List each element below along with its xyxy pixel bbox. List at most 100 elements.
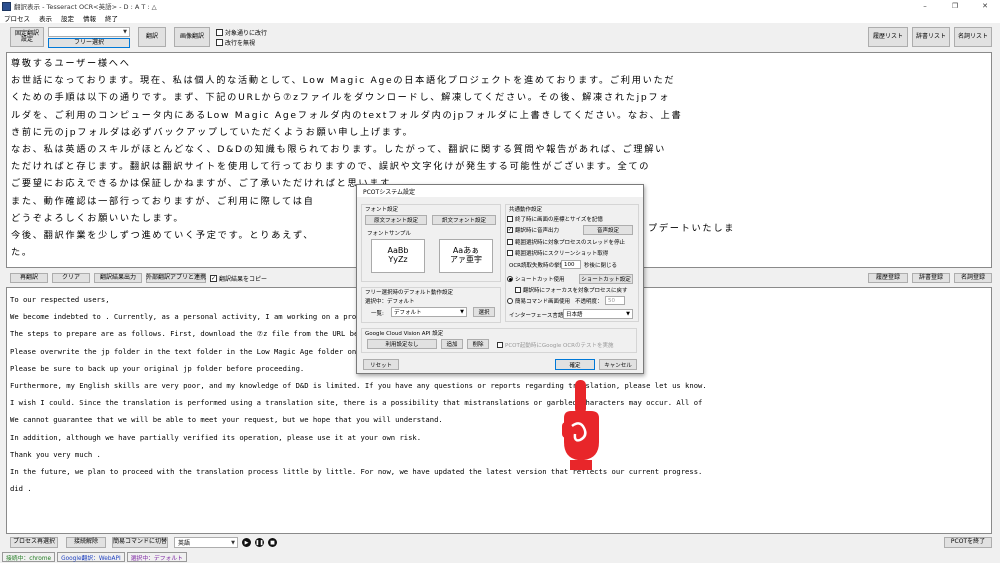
common-settings-label: 共通動作設定 <box>509 207 543 213</box>
status-connecting: 接続中：chrome <box>2 552 56 562</box>
pause-icon[interactable]: ❚❚ <box>255 538 264 547</box>
process-reselect-button[interactable]: プロセス再選択 <box>10 537 58 548</box>
stop-thread-checkbox[interactable]: 範囲選択時に対象プロセスのスレッドを停止 <box>507 238 625 246</box>
dictionary-register-button[interactable]: 辞書登録 <box>912 273 950 283</box>
image-translate-button[interactable]: 画像翻訳 <box>174 27 210 47</box>
play-icon[interactable]: ▶ <box>242 538 251 547</box>
original-font-button[interactable]: 原文フォント設定 <box>365 215 427 225</box>
font-sample-label: フォントサンプル <box>367 231 411 237</box>
shortcut-settings-button[interactable]: ショートカット設定 <box>579 274 633 284</box>
simple-command-button[interactable]: 簡易コマンドに切替 <box>112 537 168 548</box>
en-line: In the future, we plan to proceed with t… <box>10 467 703 477</box>
ui-language-select[interactable]: 日本語 ▼ <box>563 309 633 319</box>
checkbox-box: ✓ <box>210 274 217 282</box>
clear-button[interactable]: クリア <box>52 273 90 283</box>
remember-window-checkbox[interactable]: 終了時に画面の座標とサイズを記憶 <box>507 215 603 223</box>
menu-info[interactable]: 情報 <box>83 13 96 23</box>
list-label: 一覧: <box>371 311 384 317</box>
region-select[interactable]: ▼ <box>48 27 130 37</box>
reset-button[interactable]: リセット <box>363 359 399 370</box>
en-line: I wish I could. Since the translation is… <box>10 398 703 408</box>
checkbox-label: 対象通りに改行 <box>225 30 268 37</box>
add-button[interactable]: 追加 <box>441 339 463 349</box>
external-app-button[interactable]: 外部翻訳アプリと連携 <box>146 273 206 283</box>
menu-exit[interactable]: 終了 <box>105 13 118 23</box>
voice-settings-button[interactable]: 音声設定 <box>583 225 633 235</box>
jp-line: き前に元のjpフォルダは必ずバックアップしていただくようお願い申し上げます。 <box>11 126 414 138</box>
close-icon[interactable]: ✕ <box>970 0 1000 12</box>
opacity-input[interactable]: 50 <box>605 296 625 305</box>
checkbox-label: 翻訳時に音声出力 <box>515 228 560 234</box>
ok-button[interactable]: 確定 <box>555 359 595 370</box>
focus-return-checkbox[interactable]: 翻訳時にフォーカスを対象プロセスに戻す <box>515 286 628 294</box>
dialog-title: PCOTシステム設定 <box>357 185 643 197</box>
pcot-exit-button[interactable]: PCOTを終了 <box>944 537 992 548</box>
status-selecting: 選択中：デフォルト <box>126 552 187 562</box>
stop-icon[interactable]: ■ <box>268 538 277 547</box>
en-line: In addition, although we have partially … <box>10 432 422 442</box>
checkbox-label: 範囲選択時にスクリーンショット取得 <box>515 251 609 257</box>
status-google: Google翻訳：WebAPI <box>57 552 125 562</box>
radio-dot <box>507 298 513 304</box>
radio-dot <box>507 276 513 282</box>
gcv-config-button[interactable]: 利用設定なし <box>367 339 437 349</box>
system-settings-dialog: PCOTシステム設定 フォント設定 原文フォント設定 訳文フォント設定 フォント… <box>356 184 644 374</box>
checkbox-box <box>507 239 513 245</box>
history-register-button[interactable]: 履歴登録 <box>868 273 908 283</box>
font-sample-original: AaBb YyZz <box>371 239 425 273</box>
checkbox-label: 範囲選択時に対象プロセスのスレッドを停止 <box>515 240 626 246</box>
minimize-icon[interactable]: – <box>910 0 940 12</box>
menu-settings[interactable]: 設定 <box>61 13 74 23</box>
retranslate-button[interactable]: 再翻訳 <box>10 273 48 283</box>
copy-result-checkbox[interactable]: ✓ 翻訳結果をコピー <box>210 274 267 283</box>
opacity-label: 不透明度： <box>575 299 603 305</box>
menu-process[interactable]: プロセス <box>4 13 30 23</box>
screenshot-checkbox[interactable]: 範囲選択時にスクリーンショット取得 <box>507 249 608 257</box>
cancel-button[interactable]: キャンセル <box>599 359 637 370</box>
hand-wrist <box>570 460 592 470</box>
checkbox-box <box>216 39 223 46</box>
disconnect-button[interactable]: 接続解除 <box>66 537 106 548</box>
export-button[interactable]: 翻訳結果出力 <box>94 273 142 283</box>
target-newline-checkbox[interactable]: 対象通りに改行 <box>216 28 267 37</box>
free-select-button[interactable]: フリー選択 <box>48 38 130 48</box>
translated-font-button[interactable]: 訳文フォント設定 <box>432 215 496 225</box>
language-select[interactable]: 英語 ▼ <box>174 537 238 548</box>
noun-register-button[interactable]: 名詞登録 <box>954 273 992 283</box>
en-line: We cannot guarantee that we will be able… <box>10 415 443 425</box>
jp-line: くための手順は以下の通りです。まず、下記のURLから⑦zファイルをダウンロードし… <box>11 92 671 104</box>
menu-view[interactable]: 表示 <box>39 13 52 23</box>
checkbox-box <box>216 29 223 36</box>
radio-label: 簡易コマンド画面使用 <box>515 299 571 305</box>
jp-line-tail: プデートいたしま <box>648 220 736 234</box>
region-fix-button[interactable]: 固定翻訳 設定 <box>10 27 44 47</box>
translate-button[interactable]: 翻訳 <box>138 27 166 47</box>
noun-list-button[interactable]: 名詞リスト <box>954 27 992 47</box>
checkbox-box <box>507 216 513 222</box>
jp-line: ただければと存じます。翻訳は翻訳サイトを使用して行っておりますので、誤訳や文字化… <box>11 161 651 173</box>
app-icon <box>2 1 11 11</box>
dictionary-list-button[interactable]: 辞書リスト <box>912 27 950 47</box>
ignore-newline-checkbox[interactable]: 改行を無視 <box>216 38 255 47</box>
chevron-down-icon: ▼ <box>626 311 630 317</box>
shortcut-radio[interactable]: ショートカット使用 <box>507 275 565 283</box>
ocr-seconds-input[interactable]: 100 <box>561 260 581 269</box>
jp-line: なお、私は英語のスキルがほとんどなく、D&Dの知識も限られております。したがって… <box>11 144 667 156</box>
gcv-test-checkbox[interactable]: PCOT起動時にGoogle OCRのテストを実施 <box>497 341 613 349</box>
selecting-label: 選択中：デフォルト <box>365 299 415 305</box>
hand-thumb <box>562 422 570 438</box>
window-title: 翻訳表示 - Tesseract OCR<英語> - D : A T : △ <box>14 3 157 11</box>
radio-label: ショートカット使用 <box>515 277 565 283</box>
restore-icon[interactable]: ❐ <box>940 0 970 12</box>
checkbox-box: ✓ <box>507 227 513 233</box>
voice-output-checkbox[interactable]: ✓ 翻訳時に音声出力 <box>507 226 559 234</box>
default-list-select[interactable]: デフォルト ▼ <box>391 307 467 317</box>
ocr-suffix-label: 秒後に閉じる <box>584 263 618 269</box>
select-button[interactable]: 選択 <box>473 307 495 317</box>
history-list-button[interactable]: 履歴リスト <box>868 27 908 47</box>
simple-command-radio[interactable]: 簡易コマンド画面使用 <box>507 297 570 305</box>
delete-button[interactable]: 削除 <box>467 339 489 349</box>
hand-finger <box>575 380 586 414</box>
language-select-value: 英語 <box>178 540 191 547</box>
checkbox-label: 改行を無視 <box>225 40 256 47</box>
